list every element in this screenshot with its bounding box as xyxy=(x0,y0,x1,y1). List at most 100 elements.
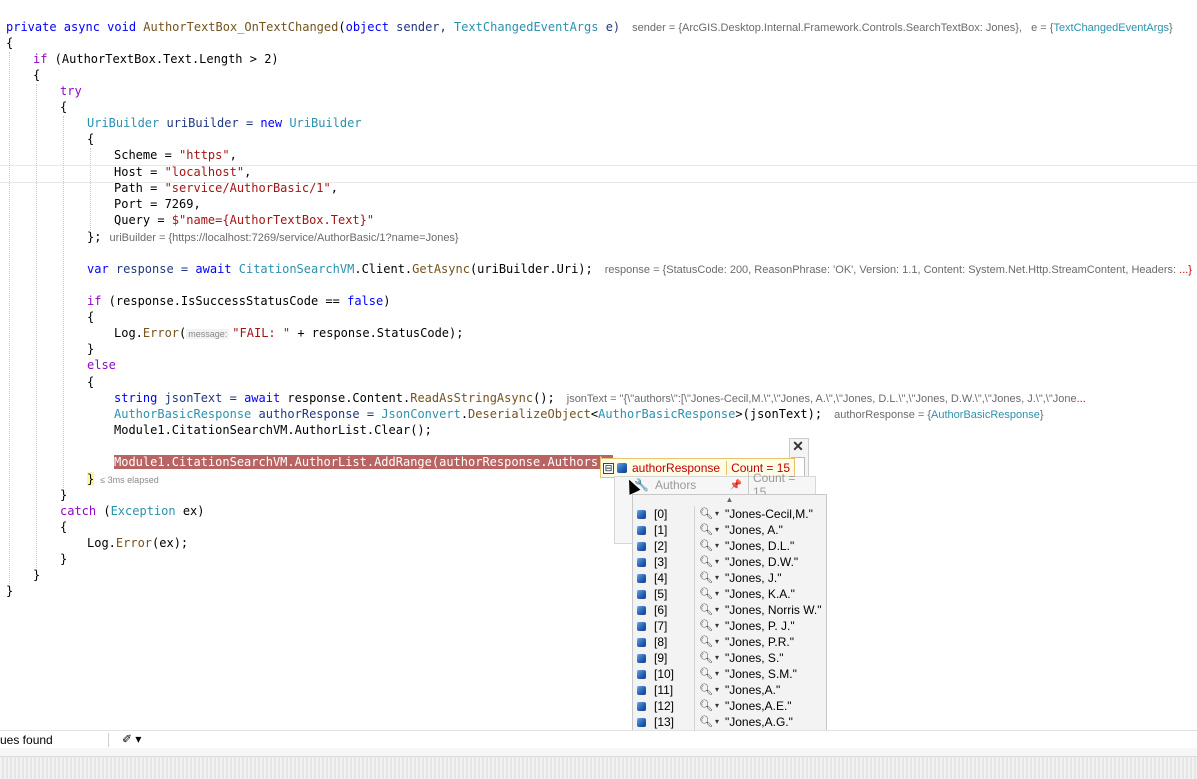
inline-value-uribuilder[interactable]: uriBuilder = {https://localhost:7269/ser… xyxy=(109,232,458,244)
magnifier-icon[interactable]: 🔍︎ xyxy=(699,714,713,730)
item-value[interactable]: "Jones, K.A." xyxy=(725,586,795,602)
datatip-authors-row[interactable]: 🔧 Authors 📌 Count = 15 xyxy=(620,471,808,499)
chevron-down-icon[interactable]: ▾ xyxy=(715,586,719,602)
item-value[interactable]: "Jones, D.W." xyxy=(725,554,798,570)
item-value[interactable]: "Jones,A.G." xyxy=(725,714,793,730)
perf-tip[interactable]: ≤ 3ms elapsed xyxy=(100,475,158,485)
collapse-icon[interactable]: ⊟ xyxy=(603,462,614,474)
datatip-list-item[interactable]: [12] 🔍︎ ▾ "Jones,A.E." xyxy=(633,698,826,714)
code-line-brace[interactable]: } xyxy=(87,341,94,357)
code-line-brace[interactable]: { xyxy=(33,67,40,83)
code-line-if[interactable]: if (AuthorTextBox.Text.Length > 2) xyxy=(33,51,279,67)
datatip-list-item[interactable]: [7] 🔍︎ ▾ "Jones, P. J." xyxy=(633,618,826,634)
item-value[interactable]: "Jones,A.E." xyxy=(725,698,792,714)
datatip-list-item[interactable]: [8] 🔍︎ ▾ "Jones, P.R." xyxy=(633,634,826,650)
datatip-list-item[interactable]: [1] 🔍︎ ▾ "Jones, A." xyxy=(633,522,826,538)
chevron-down-icon[interactable]: ▾ xyxy=(715,570,719,586)
code-line-brace[interactable]: } xyxy=(33,567,40,583)
code-line-port[interactable]: Port = 7269, xyxy=(114,196,201,212)
code-line-uri-close[interactable]: }; uriBuilder = {https://localhost:7269/s… xyxy=(87,229,459,245)
item-value[interactable]: "Jones, Norris W." xyxy=(725,602,822,618)
datatip-list-item[interactable]: [2] 🔍︎ ▾ "Jones, D.L." xyxy=(633,538,826,554)
magnifier-icon[interactable]: 🔍︎ xyxy=(699,682,713,698)
chevron-down-icon[interactable]: ▾ xyxy=(715,522,719,538)
code-line-brace[interactable]: { xyxy=(60,519,67,535)
code-line-signature[interactable]: private async void AuthorTextBox_OnTextC… xyxy=(6,19,1173,35)
code-line-catch[interactable]: catch (Exception ex) xyxy=(60,503,205,519)
magnifier-icon[interactable]: 🔍︎ xyxy=(699,666,713,682)
code-line-deserialize[interactable]: AuthorBasicResponse authorResponse = Jso… xyxy=(114,406,1044,422)
inline-value-authorresponse[interactable]: authorResponse = {AuthorBasicResponse} xyxy=(834,409,1043,421)
item-value[interactable]: "Jones, P.R." xyxy=(725,634,794,650)
chevron-down-icon[interactable]: ▾ xyxy=(715,618,719,634)
item-value[interactable]: "Jones,A." xyxy=(725,682,780,698)
code-line-try[interactable]: try xyxy=(60,83,82,99)
datatip-list-item[interactable]: [6] 🔍︎ ▾ "Jones, Norris W." xyxy=(633,602,826,618)
datatip-list-item[interactable]: [11] 🔍︎ ▾ "Jones,A." xyxy=(633,682,826,698)
datatip-list-item[interactable]: [9] 🔍︎ ▾ "Jones, S." xyxy=(633,650,826,666)
code-line-addrange-current[interactable]: Module1.CitationSearchVM.AuthorList.AddR… xyxy=(114,454,613,470)
scroll-up-icon[interactable]: ▲ xyxy=(633,495,826,505)
code-line-uribuilder[interactable]: UriBuilder uriBuilder = new UriBuilder xyxy=(87,115,362,131)
chevron-down-icon[interactable]: ▾ xyxy=(715,714,719,730)
magnifier-icon[interactable]: 🔍︎ xyxy=(699,570,713,586)
magnifier-icon[interactable]: 🔍︎ xyxy=(699,698,713,714)
code-line-brace[interactable]: { xyxy=(87,131,94,147)
item-value[interactable]: "Jones, S." xyxy=(725,650,784,666)
inline-value-sender[interactable]: sender = {ArcGIS.Desktop.Internal.Framew… xyxy=(632,22,1173,34)
chevron-down-icon[interactable]: ▾ xyxy=(715,602,719,618)
code-line-response[interactable]: var response = await CitationSearchVM.Cl… xyxy=(87,261,1192,277)
code-line-log-fail[interactable]: Log.Error(message: "FAIL: " + response.St… xyxy=(114,325,463,341)
code-editor[interactable]: private async void AuthorTextBox_OnTextC… xyxy=(0,0,1197,730)
code-line-brace[interactable]: { xyxy=(87,309,94,325)
chevron-down-icon[interactable]: ▾ xyxy=(715,538,719,554)
chevron-down-icon[interactable]: ▾ xyxy=(715,634,719,650)
code-line-brace[interactable]: } xyxy=(60,551,67,567)
code-line-log-ex[interactable]: Log.Error(ex); xyxy=(87,535,188,551)
datatip-list-item[interactable]: [5] 🔍︎ ▾ "Jones, K.A." xyxy=(633,586,826,602)
horizontal-scrollbar[interactable] xyxy=(0,748,1197,756)
code-line-jsontext[interactable]: string jsonText = await response.Content… xyxy=(114,390,1086,406)
code-line-scheme[interactable]: Scheme = "https", xyxy=(114,147,237,163)
magnifier-icon[interactable]: 🔍︎ xyxy=(699,650,713,666)
code-line-host[interactable]: Host = "localhost", xyxy=(114,164,251,180)
code-line-clear[interactable]: Module1.CitationSearchVM.AuthorList.Clea… xyxy=(114,422,432,438)
code-line-brace[interactable]: { xyxy=(6,35,13,51)
code-line-query[interactable]: Query = $"name={AuthorTextBox.Text}" xyxy=(114,212,374,228)
item-value[interactable]: "Jones, A." xyxy=(725,522,783,538)
item-value[interactable]: "Jones, S.M." xyxy=(725,666,797,682)
datatip-authors-list[interactable]: ▲ [0] 🔍︎ ▾ "Jones-Cecil,M." [1] 🔍︎ ▾ "Jones, A.… xyxy=(632,494,827,770)
chevron-down-icon[interactable]: ▾ xyxy=(715,666,719,682)
item-value[interactable]: "Jones, P. J." xyxy=(725,618,795,634)
magnifier-icon[interactable]: 🔍︎ xyxy=(699,506,713,522)
item-value[interactable]: "Jones-Cecil,M." xyxy=(725,506,813,522)
format-tool-button[interactable]: ✐ ▾ xyxy=(122,732,141,746)
magnifier-icon[interactable]: 🔍︎ xyxy=(699,522,713,538)
inline-value-jsontext[interactable]: jsonText = "{\"authors\":[\"Jones-Cecil,… xyxy=(567,393,1086,405)
item-value[interactable]: "Jones, J." xyxy=(725,570,782,586)
chevron-down-icon[interactable]: ▾ xyxy=(715,554,719,570)
code-line-path[interactable]: Path = "service/AuthorBasic/1", xyxy=(114,180,338,196)
code-line-if-success[interactable]: if (response.IsSuccessStatusCode == fals… xyxy=(87,293,390,309)
chevron-down-icon[interactable]: ▾ xyxy=(715,650,719,666)
chevron-down-icon[interactable]: ▾ xyxy=(715,698,719,714)
datatip-list-item[interactable]: [4] 🔍︎ ▾ "Jones, J." xyxy=(633,570,826,586)
code-line-brace[interactable]: } xyxy=(6,583,13,599)
datatip-list-item[interactable]: [13] 🔍︎ ▾ "Jones,A.G." xyxy=(633,714,826,730)
magnifier-icon[interactable]: 🔍︎ xyxy=(699,554,713,570)
datatip-close-button[interactable]: ✕ xyxy=(791,439,805,453)
datatip-list-item[interactable]: [10] 🔍︎ ▾ "Jones, S.M." xyxy=(633,666,826,682)
chevron-down-icon[interactable]: ▾ xyxy=(715,506,719,522)
inline-value-response[interactable]: response = {StatusCode: 200, ReasonPhras… xyxy=(605,264,1192,276)
datatip-list-item[interactable]: [0] 🔍︎ ▾ "Jones-Cecil,M." xyxy=(633,506,826,522)
pin-icon[interactable]: 📌 xyxy=(730,480,742,491)
code-line-brace[interactable]: } xyxy=(60,487,67,503)
magnifier-icon[interactable]: 🔍︎ xyxy=(699,602,713,618)
code-line-brace[interactable]: { xyxy=(60,99,67,115)
magnifier-icon[interactable]: 🔍︎ xyxy=(699,618,713,634)
code-line-brace[interactable]: } ≤ 3ms elapsed xyxy=(87,471,159,487)
code-line-else[interactable]: else xyxy=(87,357,116,373)
chevron-down-icon[interactable]: ▾ xyxy=(715,682,719,698)
item-value[interactable]: "Jones, D.L." xyxy=(725,538,794,554)
magnifier-icon[interactable]: 🔍︎ xyxy=(699,538,713,554)
